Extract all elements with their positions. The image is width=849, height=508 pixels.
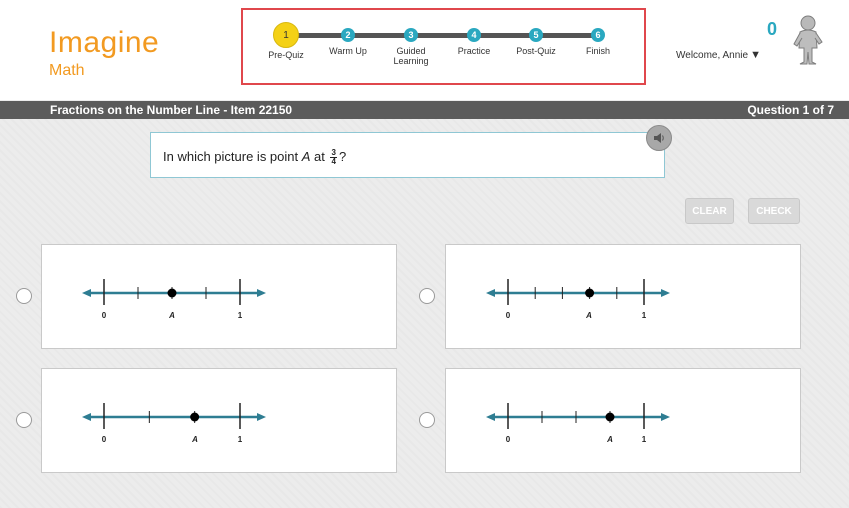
- question-text: In which picture is point A at 3 4?: [163, 149, 346, 166]
- fraction-denominator: 4: [331, 157, 336, 167]
- label-one: 1: [238, 435, 243, 444]
- fraction: 34: [330, 149, 337, 167]
- answer-choice-4[interactable]: 0 A 1: [445, 368, 801, 473]
- caret-down-icon[interactable]: ▼: [750, 49, 761, 61]
- logo-line2: Math: [49, 62, 85, 79]
- point-a-marker: [190, 412, 200, 422]
- points-score: 0: [766, 19, 777, 39]
- label-one: 1: [642, 435, 647, 444]
- left-arrow-icon: [82, 413, 91, 421]
- right-arrow-icon: [257, 289, 266, 297]
- audio-button[interactable]: [646, 125, 672, 151]
- logo-line1: Imagine: [49, 26, 160, 59]
- step-number: 6: [591, 28, 605, 42]
- question-prefix: In which picture is point: [163, 149, 302, 164]
- step-number: 3: [404, 28, 418, 42]
- point-a-marker: [585, 288, 595, 298]
- check-button[interactable]: CHECK: [748, 198, 800, 224]
- lesson-title: Fractions on the Number Line - Item 2215…: [50, 103, 293, 117]
- choice-radio-3[interactable]: [16, 412, 32, 428]
- speaker-icon: [654, 133, 664, 143]
- label-point: A: [585, 311, 592, 320]
- left-arrow-icon: [486, 289, 495, 297]
- welcome-text: Welcome, Annie: [676, 50, 749, 61]
- question-suffix: ?: [338, 149, 347, 164]
- header: Imagine Math 1 Pre-Quiz 2 Warm Up 3 Guid…: [0, 0, 849, 100]
- answer-choice-2[interactable]: 0 A 1: [445, 244, 801, 349]
- imagine-math-logo: Imagine Math: [49, 28, 159, 80]
- question-counter: Question 1 of 7: [747, 103, 834, 117]
- point-a-marker: [167, 288, 177, 298]
- label-one: 1: [238, 311, 243, 320]
- right-arrow-icon: [661, 289, 670, 297]
- label-zero: 0: [102, 435, 107, 444]
- left-arrow-icon: [486, 413, 495, 421]
- question-mid: at: [310, 149, 329, 164]
- step-finish[interactable]: 6 Finish: [558, 10, 638, 56]
- right-arrow-icon: [257, 413, 266, 421]
- number-line-1: 0 A 1: [82, 279, 266, 320]
- label-zero: 0: [506, 311, 511, 320]
- question-prompt: In which picture is point A at 3 4?: [150, 132, 665, 178]
- answer-choice-1[interactable]: 0 A 1: [41, 244, 397, 349]
- label-point: A: [606, 435, 613, 444]
- lesson-progress: 1 Pre-Quiz 2 Warm Up 3 Guided Learning 4…: [241, 8, 646, 85]
- right-arrow-icon: [661, 413, 670, 421]
- answer-choice-3[interactable]: 0 A 1: [41, 368, 397, 473]
- step-number: 1: [273, 22, 299, 48]
- choice-radio-4[interactable]: [419, 412, 435, 428]
- label-point: A: [191, 435, 198, 444]
- step-number: 2: [341, 28, 355, 42]
- label-zero: 0: [506, 435, 511, 444]
- step-number: 4: [467, 28, 481, 42]
- step-label: Finish: [585, 46, 610, 56]
- label-point: A: [168, 311, 175, 320]
- choice-radio-2[interactable]: [419, 288, 435, 304]
- avatar-icon[interactable]: [790, 14, 826, 66]
- clear-button[interactable]: CLEAR: [685, 198, 734, 224]
- number-line-3: 0 A 1: [82, 403, 266, 444]
- point-a-marker: [605, 412, 615, 422]
- left-arrow-icon: [82, 289, 91, 297]
- step-number: 5: [529, 28, 543, 42]
- step-label: Guided Learning: [393, 46, 429, 66]
- lesson-title-bar: Fractions on the Number Line - Item 2215…: [0, 101, 849, 119]
- label-zero: 0: [102, 311, 107, 320]
- label-one: 1: [642, 311, 647, 320]
- number-line-4: 0 A 1: [486, 403, 670, 444]
- user-menu[interactable]: Welcome, Annie ▼: [676, 49, 761, 61]
- number-line-2: 0 A 1: [486, 279, 670, 320]
- choice-radio-1[interactable]: [16, 288, 32, 304]
